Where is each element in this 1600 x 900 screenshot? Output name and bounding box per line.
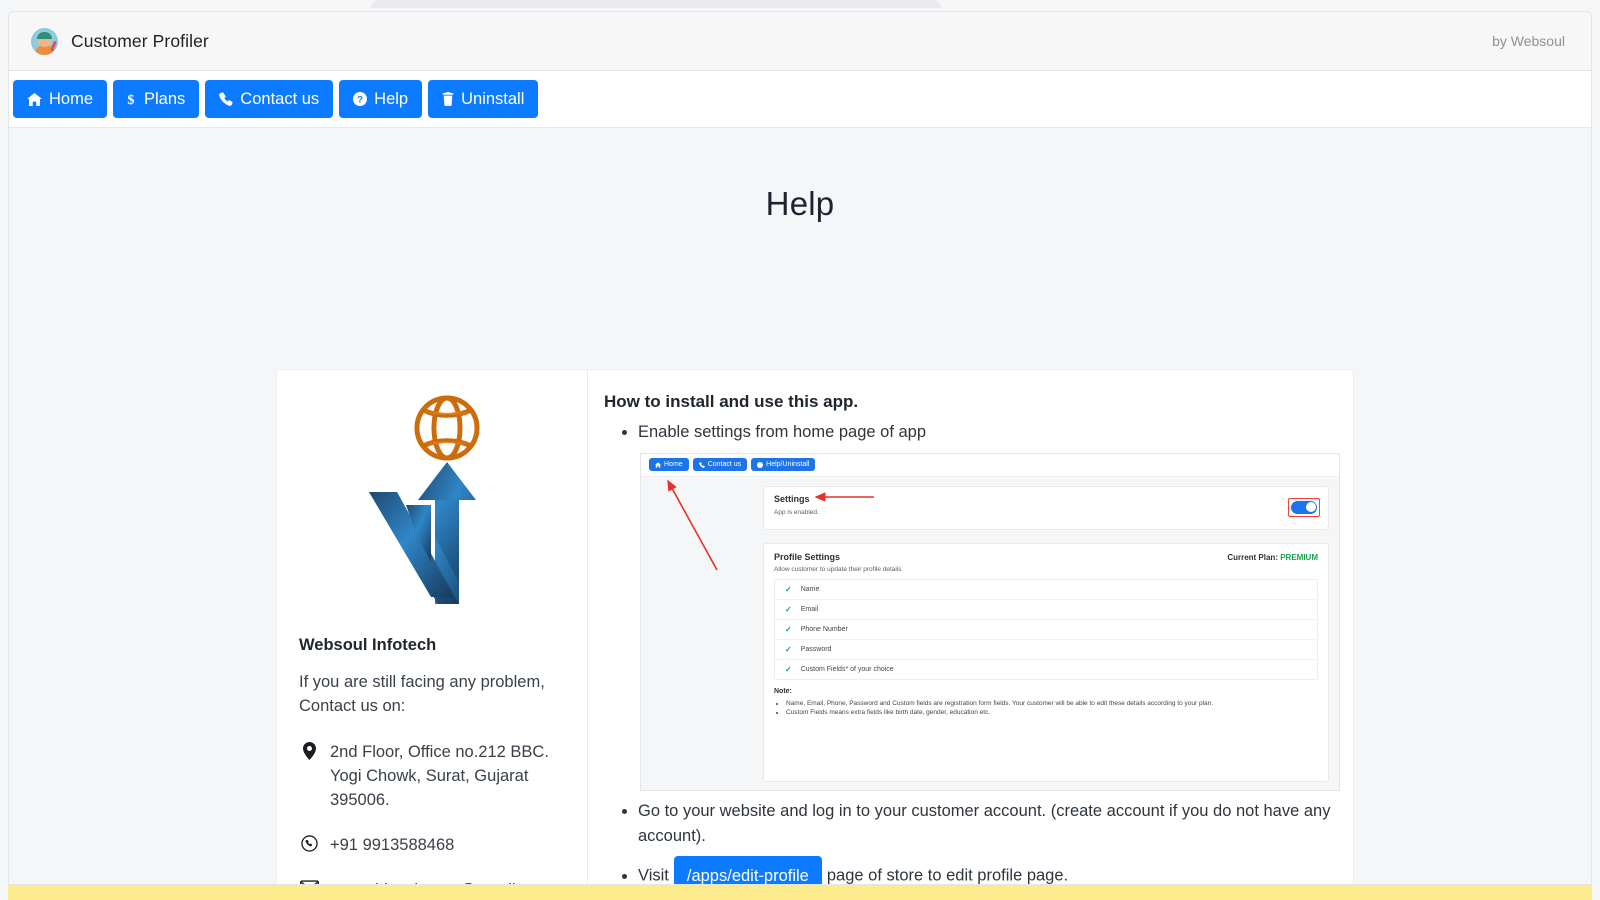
nav-help-label: Help [374,90,408,109]
help-intro-text: If you are still facing any problem, Con… [293,670,565,719]
embedded-settings-screenshot: Home Contact us Help/Uninstall [640,453,1340,791]
list-item-visit: Visit/apps/edit-profile page of store to … [638,856,1340,885]
nav-plans-button[interactable]: $ Plans [113,80,199,118]
nav-home-button[interactable]: Home [13,80,107,118]
table-row: ✓ Name [775,580,1317,600]
address-text: 2nd Floor, Office no.212 BBC. Yogi Chowk… [330,740,565,812]
embedded-field-list: ✓ Name ✓ Email ✓ Phone Number [774,579,1318,680]
embedded-helpuninstall-button[interactable]: Help/Uninstall [751,458,815,471]
edit-profile-path-pill[interactable]: /apps/edit-profile [674,856,822,885]
nav-contact-button[interactable]: Contact us [205,80,333,118]
page-body: Help [9,128,1591,885]
app-title: Customer Profiler [71,31,209,52]
embedded-plan: Current Plan: PREMIUM [1227,553,1318,562]
table-row: ✓ Custom Fields* of your choice [775,660,1317,679]
company-name: Websoul Infotech [293,636,565,655]
phone-text: +91 9913588468 [330,833,454,857]
embedded-settings-subtitle: App is enabled. [774,509,1318,516]
embedded-plan-label: Current Plan: [1227,553,1278,562]
home-icon [27,93,42,106]
embedded-profile-subtitle: Allow customer to update their profile d… [774,566,1318,573]
address-row: 2nd Floor, Office no.212 BBC. Yogi Chowk… [293,740,565,812]
embedded-home-label: Home [664,461,683,468]
embedded-settings-panel: Settings App is enabled. [763,486,1329,530]
app-frame: Customer Profiler by Websoul Home $ Plan… [8,11,1592,885]
list-item: Enable settings from home page of app [638,420,1340,445]
field-label: Password [801,646,832,653]
nav-home-label: Home [49,90,93,109]
svg-text:$: $ [127,92,134,107]
primary-nav: Home $ Plans Contact us ? Help Uninstall [9,71,1591,128]
browser-top-sliver [371,0,941,8]
question-circle-icon: ? [353,92,367,106]
table-row: ✓ Phone Number [775,620,1317,640]
phone-icon [219,92,233,106]
nav-uninstall-button[interactable]: Uninstall [428,80,538,118]
help-card: Websoul Infotech If you are still facing… [276,369,1354,885]
location-pin-icon [299,740,319,760]
embedded-stage: Settings App is enabled. Profile Setting… [641,477,1339,790]
check-icon: ✓ [785,645,792,654]
embedded-contact-label: Contact us [708,461,741,468]
contact-panel: Websoul Infotech If you are still facing… [277,370,588,885]
embedded-note-list: Name, Email, Phone, Password and Custom … [786,699,1318,718]
field-label: Email [801,606,819,613]
company-logo [293,386,565,632]
post-install-steps: Go to your website and log in to your cu… [638,799,1340,885]
bottom-status-bar [8,885,1592,900]
field-label: Custom Fields* of your choice [801,666,894,673]
field-label: Name [801,586,820,593]
list-item: Name, Email, Phone, Password and Custom … [786,699,1318,708]
whatsapp-icon [299,833,319,852]
envelope-icon [299,878,319,885]
embedded-profile-panel: Profile Settings Current Plan: PREMIUM A… [763,543,1329,782]
dollar-icon: $ [127,92,137,107]
avatar [31,28,58,55]
table-row: ✓ Email [775,600,1317,620]
brand: Customer Profiler [31,28,209,55]
embedded-plan-value: PREMIUM [1280,553,1318,562]
help-content: How to install and use this app. Enable … [588,370,1358,885]
embedded-note-title: Note: [774,688,1318,695]
nav-plans-label: Plans [144,90,185,109]
nav-contact-label: Contact us [240,90,319,109]
check-icon: ✓ [785,605,792,614]
trash-icon [442,92,454,106]
email-row: goyanidevelopers@gmail.com [293,878,565,885]
visit-suffix: page of store to edit profile page. [827,867,1068,885]
embedded-helpuninstall-label: Help/Uninstall [766,461,809,468]
app-header: Customer Profiler by Websoul [9,12,1591,71]
section-install-title: How to install and use this app. [604,392,1340,412]
by-line: by Websoul [1492,33,1565,49]
table-row: ✓ Password [775,640,1317,660]
embedded-contact-button[interactable]: Contact us [693,458,747,471]
embedded-nav: Home Contact us Help/Uninstall [641,454,1339,477]
check-icon: ✓ [785,585,792,594]
svg-text:?: ? [357,95,363,106]
install-steps: Enable settings from home page of app [638,420,1340,445]
list-item: Go to your website and log in to your cu… [638,799,1340,849]
phone-row: +91 9913588468 [293,833,565,857]
check-icon: ✓ [785,625,792,634]
email-text: goyanidevelopers@gmail.com [330,878,551,885]
page-title: Help [9,128,1591,223]
embedded-profile-title: Profile Settings [774,552,840,562]
embedded-toggle-highlight [1288,498,1320,517]
field-label: Phone Number [801,626,848,633]
nav-uninstall-label: Uninstall [461,90,524,109]
nav-help-button[interactable]: ? Help [339,80,422,118]
embedded-home-button[interactable]: Home [649,458,689,471]
list-item: Custom Fields means extra fields like bi… [786,708,1318,717]
embedded-settings-title: Settings [774,494,1318,504]
check-icon: ✓ [785,665,792,674]
visit-prefix: Visit [638,867,669,885]
embedded-enable-toggle[interactable] [1291,501,1317,514]
